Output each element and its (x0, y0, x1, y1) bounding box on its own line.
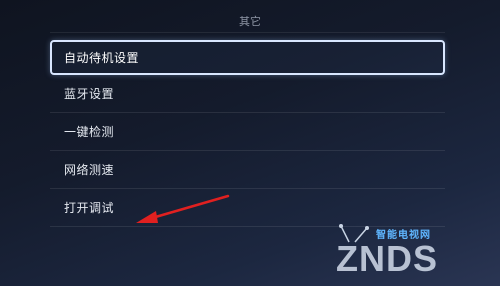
watermark-brand: ZNDS (336, 238, 438, 279)
watermark: 智能电视网 ZNDS (328, 216, 498, 286)
